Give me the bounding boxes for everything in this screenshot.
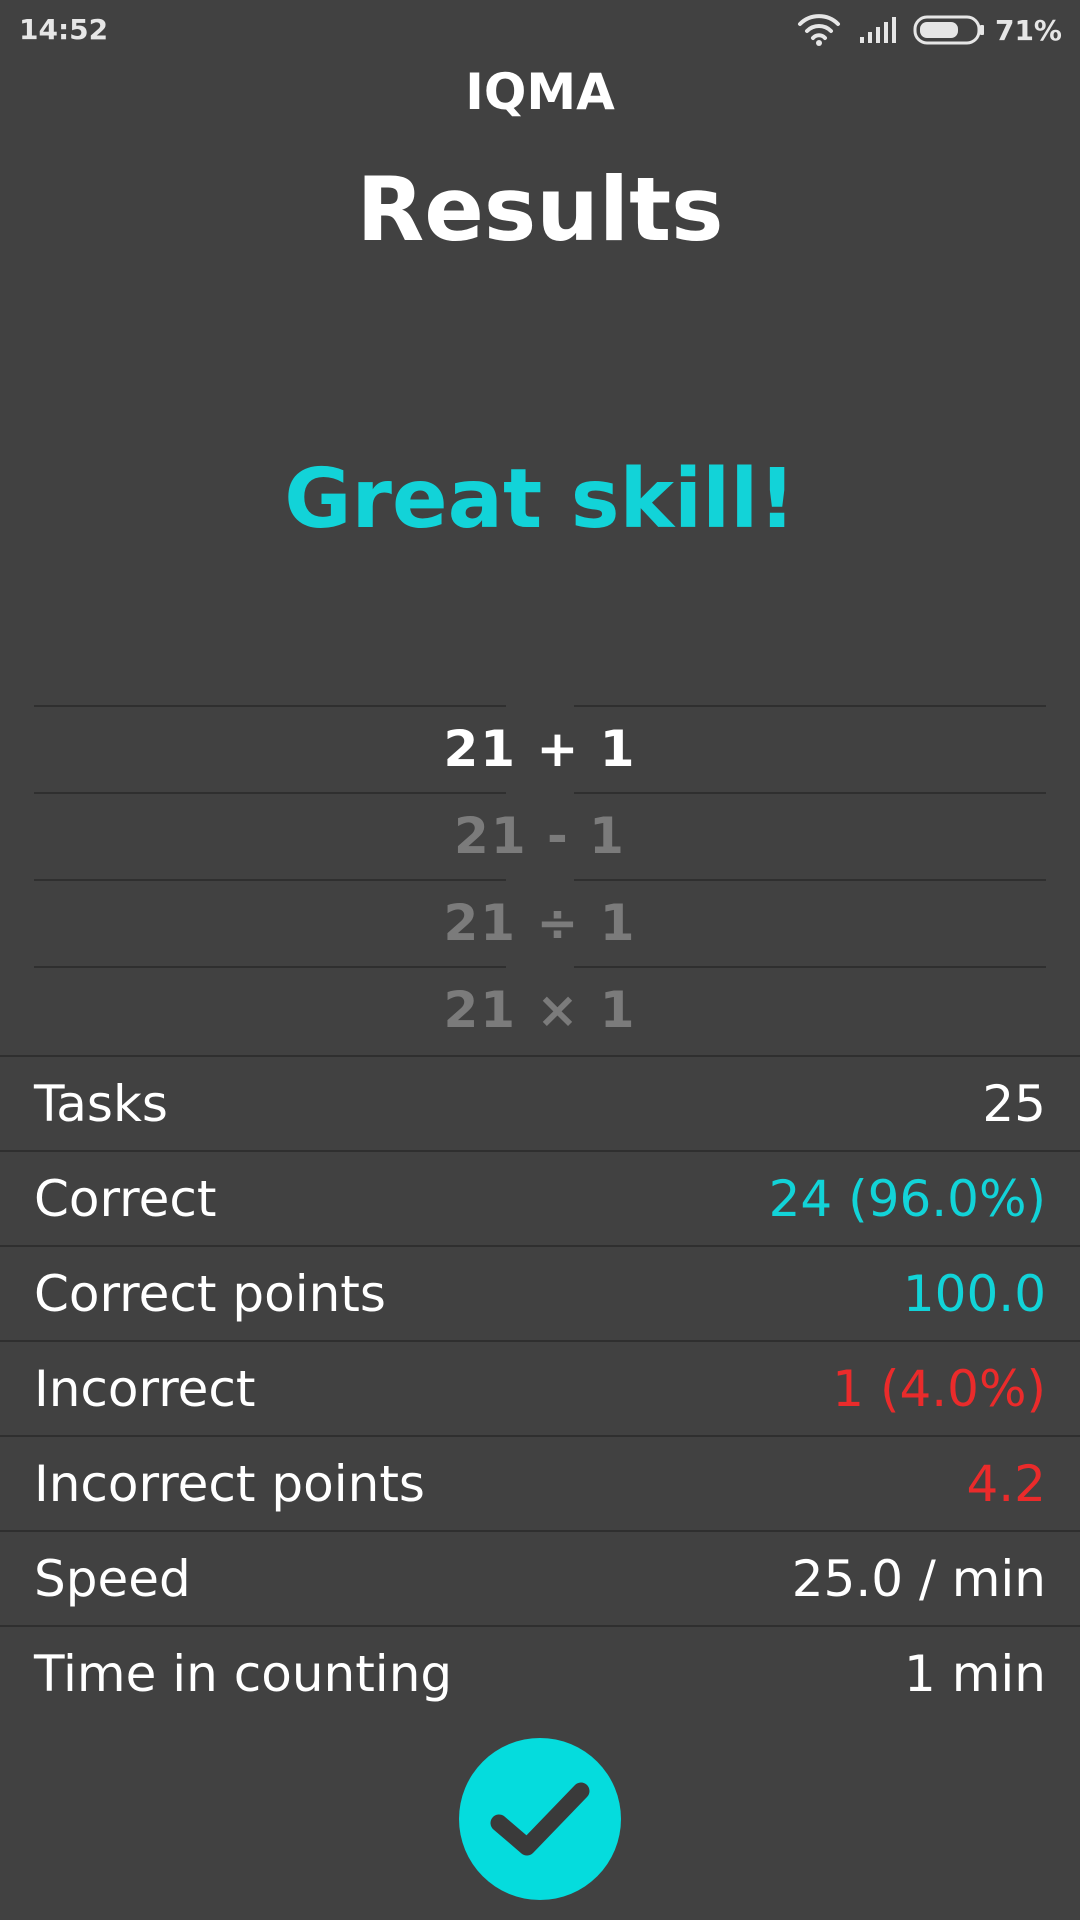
operation-label: 21 + 1 bbox=[443, 720, 637, 778]
divider bbox=[34, 966, 506, 968]
stat-label: Correct points bbox=[34, 1264, 386, 1323]
stat-label: Time in counting bbox=[34, 1644, 453, 1703]
divider bbox=[34, 879, 506, 881]
battery-percent: 71% bbox=[994, 13, 1062, 47]
stat-value: 1 min bbox=[904, 1644, 1046, 1703]
operations-list: 21 + 1 21 - 1 21 ÷ 1 21 × 1 bbox=[0, 705, 1080, 1053]
wifi-icon bbox=[797, 13, 841, 47]
stat-row-time: Time in counting 1 min bbox=[0, 1625, 1080, 1720]
operation-label: 21 - 1 bbox=[454, 807, 626, 865]
operation-label: 21 ÷ 1 bbox=[443, 894, 637, 952]
stat-value: 4.2 bbox=[966, 1454, 1046, 1513]
battery-icon bbox=[913, 15, 985, 45]
stat-value: 25.0 / min bbox=[791, 1549, 1046, 1608]
divider bbox=[34, 792, 506, 794]
stat-row-correct: Correct 24 (96.0%) bbox=[0, 1150, 1080, 1245]
divider bbox=[574, 705, 1046, 707]
stat-row-speed: Speed 25.0 / min bbox=[0, 1530, 1080, 1625]
stat-label: Incorrect bbox=[34, 1359, 256, 1418]
operation-label: 21 × 1 bbox=[443, 981, 637, 1039]
signal-icon bbox=[859, 15, 899, 45]
operation-item[interactable]: 21 - 1 bbox=[0, 792, 1080, 879]
operation-item[interactable]: 21 ÷ 1 bbox=[0, 879, 1080, 966]
page-title: Results bbox=[356, 158, 724, 261]
status-bar: 14:52 71% bbox=[0, 0, 1080, 60]
stat-label: Tasks bbox=[34, 1074, 168, 1133]
divider bbox=[574, 879, 1046, 881]
stat-row-incorrect: Incorrect 1 (4.0%) bbox=[0, 1340, 1080, 1435]
stat-label: Incorrect points bbox=[34, 1454, 425, 1513]
stat-value: 100.0 bbox=[902, 1264, 1046, 1323]
divider bbox=[574, 792, 1046, 794]
stat-value: 24 (96.0%) bbox=[768, 1169, 1046, 1228]
divider bbox=[34, 705, 506, 707]
checkmark-icon bbox=[485, 1777, 595, 1861]
stat-value: 25 bbox=[982, 1074, 1046, 1133]
done-button[interactable] bbox=[459, 1738, 621, 1900]
stat-row-incorrect-points: Incorrect points 4.2 bbox=[0, 1435, 1080, 1530]
operation-item[interactable]: 21 + 1 bbox=[0, 705, 1080, 792]
operation-item[interactable]: 21 × 1 bbox=[0, 966, 1080, 1053]
rating-text: Great skill! bbox=[284, 452, 796, 547]
stat-value: 1 (4.0%) bbox=[832, 1359, 1046, 1418]
status-time: 14:52 bbox=[19, 13, 109, 46]
stat-row-tasks: Tasks 25 bbox=[0, 1055, 1080, 1150]
stat-row-correct-points: Correct points 100.0 bbox=[0, 1245, 1080, 1340]
app-title: IQMA bbox=[465, 63, 615, 121]
stat-label: Speed bbox=[34, 1549, 191, 1608]
stats-table: Tasks 25 Correct 24 (96.0%) Correct poin… bbox=[0, 1055, 1080, 1720]
stat-label: Correct bbox=[34, 1169, 217, 1228]
divider bbox=[574, 966, 1046, 968]
status-icons: 71% bbox=[797, 12, 1062, 48]
